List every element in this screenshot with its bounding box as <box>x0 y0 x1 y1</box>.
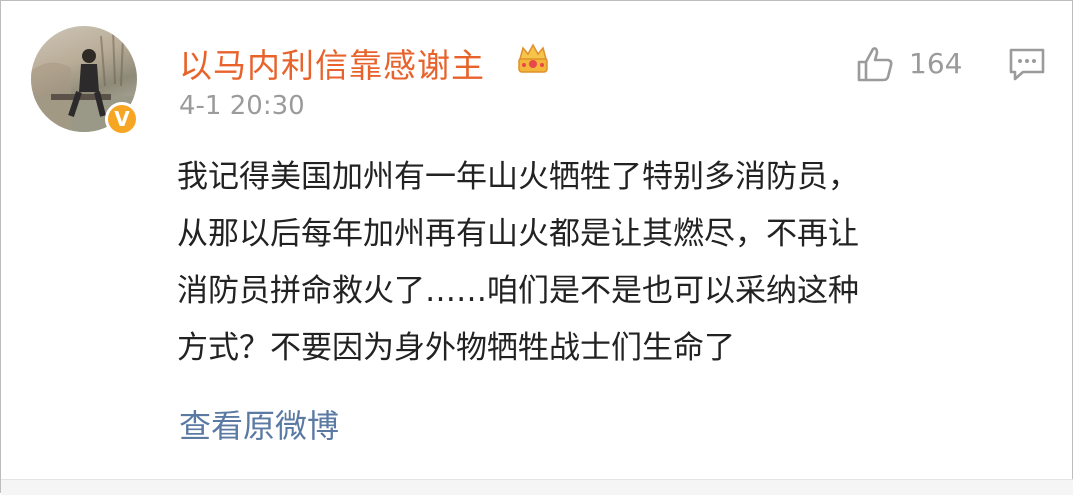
like-count: 164 <box>909 47 963 80</box>
comment-line: 从那以后每年加州再有山火都是让其燃尽，不再让 <box>177 216 859 252</box>
comment-icon[interactable] <box>1007 46 1047 84</box>
comment-card: V 以马内利信靠感谢主 4-1 20:30 164 我记得美国加州有一年山火牺牲… <box>0 0 1073 495</box>
comment-line: 方式？不要因为身外物牺牲战士们生命了 <box>177 330 735 366</box>
comment-timestamp: 4-1 20:30 <box>179 91 305 121</box>
comment-line: 我记得美国加州有一年山火牺牲了特别多消防员， <box>177 159 859 195</box>
verified-v-icon: V <box>105 102 139 136</box>
username[interactable]: 以马内利信靠感谢主 <box>179 39 485 87</box>
view-original-weibo-link[interactable]: 查看原微博 <box>179 401 339 447</box>
comment-line: 消防员拼命救火了……咱们是不是也可以采纳这种 <box>177 273 859 309</box>
crown-icon <box>518 43 548 73</box>
comment-text: 我记得美国加州有一年山火牺牲了特别多消防员， 从那以后每年加州再有山火都是让其燃… <box>177 149 1047 377</box>
thumbs-up-icon[interactable] <box>855 44 895 84</box>
